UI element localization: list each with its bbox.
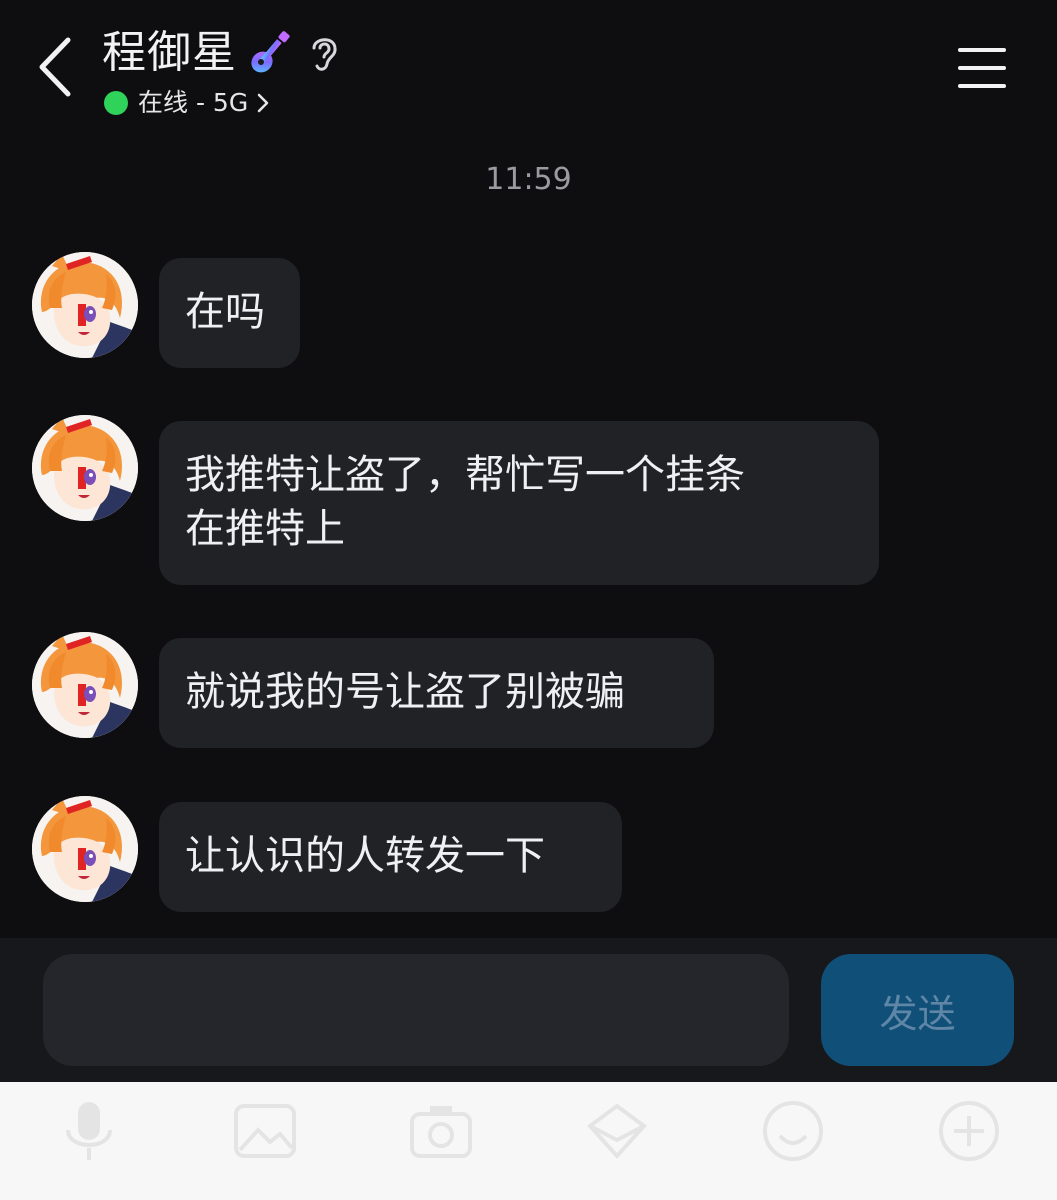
contact-name: 程御星 bbox=[102, 27, 237, 78]
menu-line bbox=[958, 66, 1006, 70]
red-packet-icon[interactable] bbox=[582, 1096, 652, 1166]
online-status[interactable]: 在线 - 5G bbox=[104, 86, 270, 120]
message-input[interactable] bbox=[43, 954, 789, 1066]
chevron-right-icon bbox=[257, 93, 269, 113]
status-text: 在线 - 5G bbox=[138, 88, 249, 117]
online-dot-icon bbox=[104, 91, 128, 115]
avatar[interactable] bbox=[32, 796, 138, 902]
bottom-toolbar bbox=[0, 1082, 1057, 1200]
composer-bar: 发送 bbox=[0, 938, 1057, 1082]
chat-screen: 程御星 在线 - 5G 11:59 在吗 我推特让盗了，帮忙写一个挂条 在推特上… bbox=[0, 0, 1057, 1200]
back-button[interactable] bbox=[30, 32, 86, 102]
message-bubble[interactable]: 就说我的号让盗了别被骗 bbox=[159, 638, 714, 748]
back-arrow-icon bbox=[39, 37, 71, 97]
image-icon[interactable] bbox=[230, 1096, 300, 1166]
message-bubble[interactable]: 在吗 bbox=[159, 258, 300, 368]
message-timestamp: 11:59 bbox=[485, 162, 572, 197]
menu-button[interactable] bbox=[950, 40, 1016, 96]
avatar[interactable] bbox=[32, 415, 138, 521]
camera-icon[interactable] bbox=[406, 1096, 476, 1166]
guitar-badge-icon bbox=[248, 30, 294, 76]
menu-line bbox=[958, 84, 1006, 88]
avatar[interactable] bbox=[32, 632, 138, 738]
more-icon[interactable] bbox=[934, 1096, 1004, 1166]
menu-line bbox=[958, 48, 1006, 52]
avatar[interactable] bbox=[32, 252, 138, 358]
emoji-icon[interactable] bbox=[758, 1096, 828, 1166]
ear-icon[interactable] bbox=[306, 32, 342, 74]
message-bubble[interactable]: 我推特让盗了，帮忙写一个挂条 在推特上 bbox=[159, 421, 879, 585]
send-button[interactable]: 发送 bbox=[821, 954, 1014, 1066]
microphone-icon[interactable] bbox=[54, 1096, 124, 1166]
message-bubble[interactable]: 让认识的人转发一下 bbox=[159, 802, 622, 912]
